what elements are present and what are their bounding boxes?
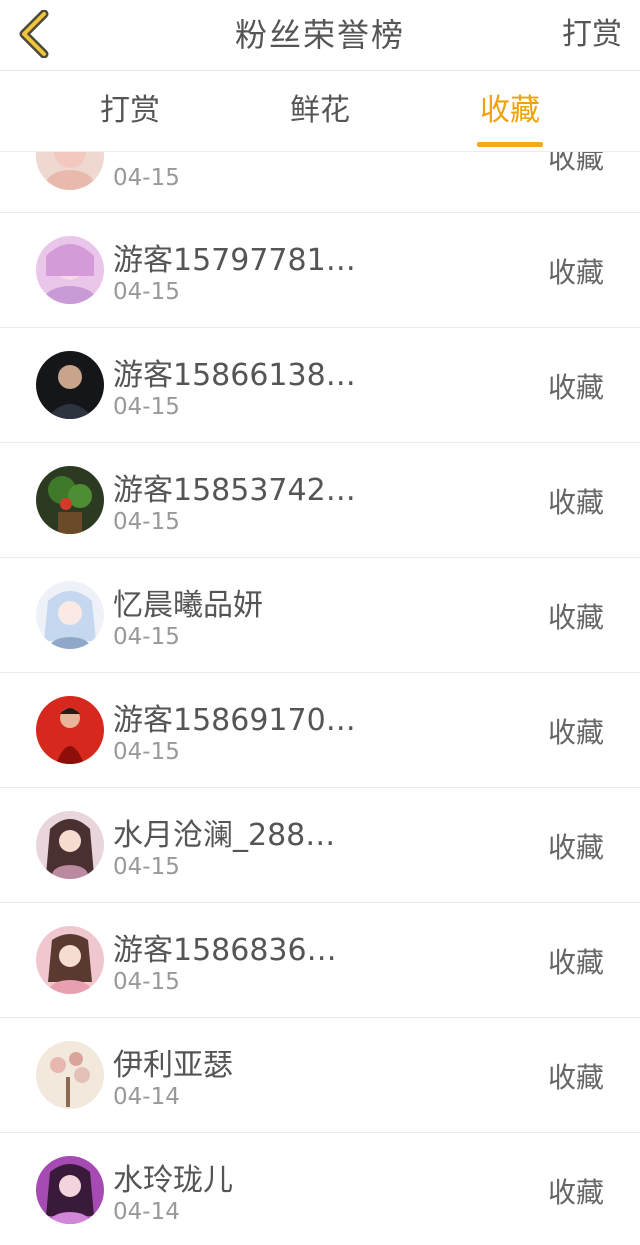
date-label: 04-14: [113, 1199, 180, 1225]
date-label: 04-14: [113, 1084, 180, 1110]
list-item[interactable]: 游客1586836… 04-15 收藏: [0, 903, 640, 1018]
list-item[interactable]: 水玲珑儿 04-14 收藏: [0, 1133, 640, 1245]
avatar: [36, 466, 104, 534]
list-item[interactable]: 游客15853742… 04-15 收藏: [0, 443, 640, 558]
date-label: 04-15: [113, 165, 180, 191]
avatar: [36, 581, 104, 649]
list-item[interactable]: 游客15797781… 04-15 收藏: [0, 213, 640, 328]
action-label: 收藏: [547, 716, 604, 749]
list-item[interactable]: 游客15866138… 04-15 收藏: [0, 328, 640, 443]
user-name: 游客15853742…: [113, 473, 356, 508]
user-name: 水玲珑儿: [113, 1163, 233, 1198]
action-label: 收藏: [547, 1176, 604, 1209]
user-name: 忆晨曦品妍: [113, 588, 263, 623]
date-label: 04-15: [113, 624, 180, 650]
tab-favorites[interactable]: 收藏: [450, 71, 570, 151]
list-item[interactable]: 水月沧澜_288… 04-15 收藏: [0, 788, 640, 903]
page-title: 粉丝荣誉榜: [234, 16, 405, 54]
list-item[interactable]: 忆晨曦品妍 04-15 收藏: [0, 558, 640, 673]
action-label: 收藏: [547, 256, 604, 289]
date-label: 04-15: [113, 279, 180, 305]
app-header: 粉丝荣誉榜 打赏: [0, 0, 640, 71]
active-tab-indicator: [477, 142, 543, 147]
tab-flowers[interactable]: 鲜花: [260, 71, 380, 151]
avatar: [36, 926, 104, 994]
avatar: [36, 351, 104, 419]
date-label: 04-15: [113, 969, 180, 995]
action-label: 收藏: [547, 946, 604, 979]
tab-bar: 打赏 鲜花 收藏: [0, 71, 640, 152]
list-item[interactable]: 伊利亚瑟 04-14 收藏: [0, 1018, 640, 1133]
user-name: 游客15869170…: [113, 703, 356, 738]
action-label: 收藏: [547, 1061, 604, 1094]
user-name: 游客15866138…: [113, 358, 356, 393]
action-label: 收藏: [547, 152, 604, 175]
list-item[interactable]: 游客15869170… 04-15 收藏: [0, 673, 640, 788]
action-label: 收藏: [547, 831, 604, 864]
action-label: 收藏: [547, 371, 604, 404]
list-item[interactable]: 04-15 收藏: [0, 152, 640, 213]
user-name: 水月沧澜_288…: [113, 818, 336, 853]
avatar: [36, 1156, 104, 1224]
date-label: 04-15: [113, 739, 180, 765]
tab-reward[interactable]: 打赏: [70, 71, 190, 151]
date-label: 04-15: [113, 394, 180, 420]
user-name: 游客15797781…: [113, 243, 356, 278]
avatar: [36, 236, 104, 304]
fan-list[interactable]: 04-15 收藏 游客15797781… 04-15 收藏 游客15866138…: [0, 152, 640, 1245]
user-name: 伊利亚瑟: [113, 1048, 233, 1083]
action-label: 收藏: [547, 486, 604, 519]
avatar: [36, 1041, 104, 1109]
date-label: 04-15: [113, 509, 180, 535]
avatar: [36, 811, 104, 879]
avatar: [36, 152, 104, 190]
avatar: [36, 696, 104, 764]
reward-button[interactable]: 打赏: [562, 0, 622, 70]
user-name: 游客1586836…: [113, 933, 337, 968]
action-label: 收藏: [547, 601, 604, 634]
date-label: 04-15: [113, 854, 180, 880]
